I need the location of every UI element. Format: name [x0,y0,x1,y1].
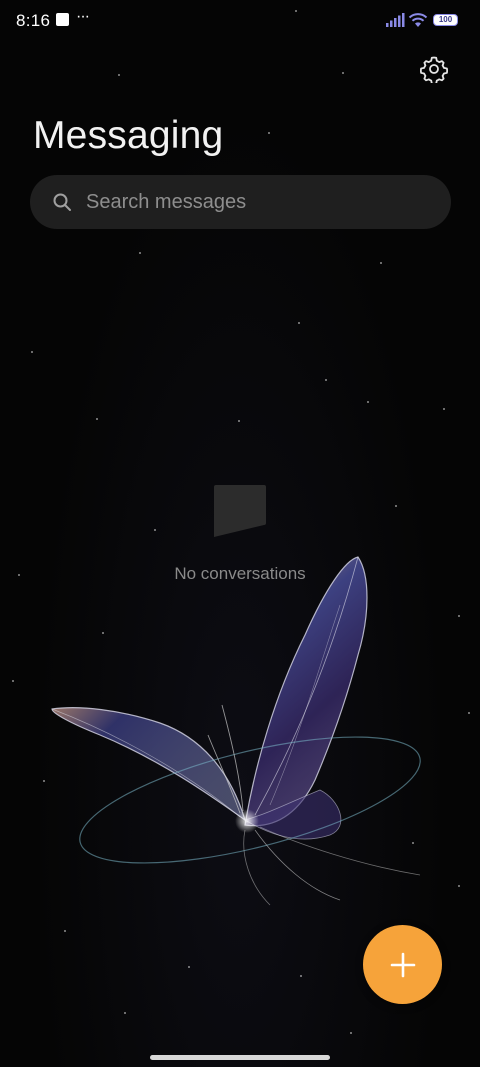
search-bar[interactable] [30,175,451,229]
status-bar: 8:16 ··· 100 [0,0,480,44]
search-icon [53,193,71,211]
search-input[interactable] [84,189,408,215]
battery-icon: 100 [433,14,458,26]
message-bubble-icon [214,485,266,537]
notification-square-icon [56,13,69,26]
more-notifications-indicator: ··· [76,8,90,25]
status-time: 8:16 [16,11,51,30]
wifi-icon [408,13,428,27]
butterfly-wallpaper-art [51,556,421,906]
battery-level: 100 [438,15,453,24]
messaging-screen: 8:16 ··· 100 Messaging Search messages N… [0,0,480,1067]
new-conversation-button[interactable] [363,925,442,1004]
signal-icon [386,13,405,27]
navigation-gesture-handle[interactable] [150,1055,330,1060]
page-title: Messaging [33,114,224,157]
gear-icon [420,56,448,83]
plus-icon [390,952,415,977]
settings-button[interactable] [418,53,450,85]
